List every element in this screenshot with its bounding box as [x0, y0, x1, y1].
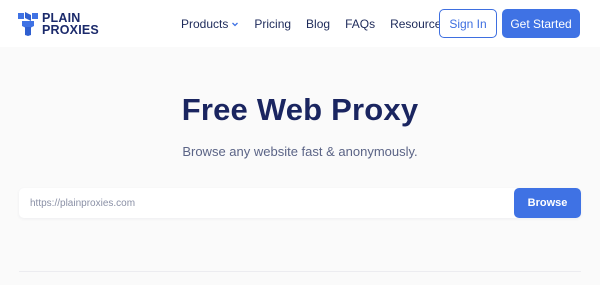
nav-item-label: Pricing [254, 16, 292, 31]
section-divider [19, 271, 581, 272]
get-started-button[interactable]: Get Started [502, 9, 580, 38]
page: PLAIN PROXIES Products Pricing Blog FAQs… [0, 0, 600, 285]
browse-button[interactable]: Browse [514, 188, 581, 218]
sign-in-button[interactable]: Sign In [439, 9, 497, 38]
nav-item-blog[interactable]: Blog [306, 17, 330, 31]
url-search-bar [19, 188, 581, 218]
nav-item-label: FAQs [345, 16, 376, 31]
brand-logo[interactable]: PLAIN PROXIES [18, 10, 99, 38]
chevron-down-icon [232, 22, 239, 26]
page-subtitle: Browse any website fast & anonymously. [182, 144, 418, 159]
nav-item-label: Products [181, 16, 229, 31]
nav-item-pricing[interactable]: Pricing [254, 17, 291, 31]
nav-item-products[interactable]: Products [181, 17, 239, 31]
brand-wordmark: PLAIN PROXIES [42, 12, 99, 37]
plainproxies-logo-icon [18, 12, 38, 36]
page-title: Free Web Proxy [181, 92, 419, 127]
brand-line-2: PROXIES [42, 23, 99, 37]
main-nav: Products Pricing Blog FAQs Resources [181, 15, 458, 32]
top-header: PLAIN PROXIES Products Pricing Blog FAQs… [0, 0, 600, 47]
nav-item-faqs[interactable]: FAQs [345, 17, 375, 31]
nav-item-label: Blog [306, 16, 331, 31]
url-input[interactable] [19, 188, 513, 218]
